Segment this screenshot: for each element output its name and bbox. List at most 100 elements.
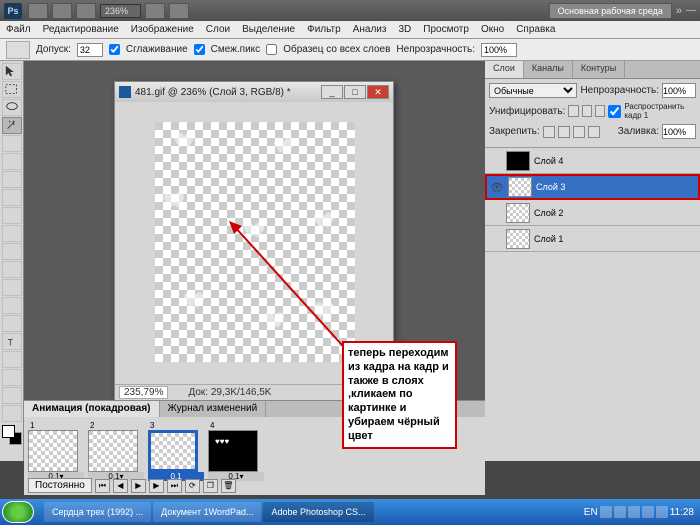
eyedropper-tool[interactable] [2,153,22,170]
mb-icon[interactable] [52,3,72,19]
layer-name[interactable]: Слой 1 [534,234,563,244]
menu-image[interactable]: Изображение [131,24,194,35]
blur-tool[interactable] [2,279,22,296]
animation-frame[interactable]: 30,1 [148,421,204,481]
lock-position-icon[interactable] [573,126,585,138]
clock[interactable]: 11:28 [670,507,694,518]
pen-tool[interactable] [2,315,22,332]
minimize-icon[interactable]: — [686,5,696,16]
layer-name[interactable]: Слой 2 [534,208,563,218]
document-canvas[interactable] [155,122,355,362]
heal-tool[interactable] [2,171,22,188]
history-brush-tool[interactable] [2,225,22,242]
fill-input[interactable] [662,124,696,139]
menu-edit[interactable]: Редактирование [43,24,119,35]
unify-visibility-icon[interactable] [582,105,592,117]
layer-name[interactable]: Слой 3 [536,182,565,192]
layer-thumbnail[interactable] [506,229,530,249]
menu-window[interactable]: Окно [481,24,504,35]
marquee-tool[interactable] [2,81,22,98]
layer-name[interactable]: Слой 4 [534,156,563,166]
last-frame-button[interactable]: ⏭ [167,479,182,493]
animation-frame[interactable]: 40,1▾ [208,421,264,481]
gradient-tool[interactable] [2,261,22,278]
blend-mode-select[interactable]: Обычные [489,83,577,98]
language-indicator[interactable]: EN [584,507,598,518]
visibility-toggle[interactable]: 👁 [490,181,504,194]
menu-view[interactable]: Просмотр [423,24,469,35]
tween-button[interactable]: ⟳ [185,479,200,493]
tab-animation[interactable]: Анимация (покадровая) [24,401,160,417]
menu-help[interactable]: Справка [516,24,555,35]
lock-all-icon[interactable] [588,126,600,138]
minimize-button[interactable]: _ [321,85,343,99]
document-titlebar[interactable]: 481.gif @ 236% (Слой 3, RGB/8) * _ □ ✕ [115,82,393,102]
menu-3d[interactable]: 3D [398,24,411,35]
crop-tool[interactable] [2,135,22,152]
unify-style-icon[interactable] [595,105,605,117]
stamp-tool[interactable] [2,207,22,224]
frame-thumbnail[interactable] [88,430,138,472]
menu-analysis[interactable]: Анализ [353,24,387,35]
layer-opacity-input[interactable] [662,83,696,98]
color-swatches[interactable] [2,425,22,445]
tolerance-input[interactable] [77,43,103,57]
layer-row[interactable]: Слой 2 [485,200,700,226]
layer-row[interactable]: 👁 Слой 3 [485,174,700,200]
lock-pixels-icon[interactable] [558,126,570,138]
all-layers-checkbox[interactable] [266,44,277,55]
zoom-level[interactable]: 236% [100,4,141,18]
propagate-checkbox[interactable] [608,105,621,118]
contiguous-checkbox[interactable] [194,44,205,55]
animation-frame[interactable]: 10,1▾ [28,421,84,481]
brush-tool[interactable] [2,189,22,206]
delete-frame-button[interactable]: 🗑 [221,479,236,493]
magic-wand-tool[interactable] [2,117,22,134]
arrange-icon[interactable] [169,3,189,19]
layer-thumbnail[interactable] [506,203,530,223]
hand-tool[interactable] [2,387,22,404]
tray-icon[interactable] [600,506,612,518]
hand-icon[interactable] [145,3,165,19]
frame-thumbnail[interactable] [148,430,198,472]
first-frame-button[interactable]: ⏮ [95,479,110,493]
lock-transparency-icon[interactable] [543,126,555,138]
tab-layers[interactable]: Слои [485,61,524,78]
menu-filter[interactable]: Фильтр [307,24,341,35]
dodge-tool[interactable] [2,297,22,314]
antialias-checkbox[interactable] [109,44,120,55]
current-tool-icon[interactable] [6,41,30,59]
screen-mode-icon[interactable] [76,3,96,19]
opacity-input[interactable] [481,43,517,57]
taskbar-task[interactable]: Adobe Photoshop CS... [263,502,373,522]
next-frame-button[interactable]: ▶ [149,479,164,493]
move-tool[interactable] [2,63,22,80]
layer-thumbnail[interactable] [506,151,530,171]
frame-thumbnail[interactable] [208,430,258,472]
shape-tool[interactable] [2,369,22,386]
path-select-tool[interactable] [2,351,22,368]
taskbar-task[interactable]: Сердца трех (1992) ... [44,502,151,522]
tab-paths[interactable]: Контуры [573,61,625,78]
workspace-chevron-icon[interactable]: » [676,5,682,17]
tab-channels[interactable]: Каналы [524,61,573,78]
menu-select[interactable]: Выделение [242,24,295,35]
menu-file[interactable]: Файл [6,24,31,35]
tab-history[interactable]: Журнал изменений [160,401,267,417]
unify-position-icon[interactable] [568,105,578,117]
taskbar-task[interactable]: Документ 1WordPad... [153,502,261,522]
type-tool[interactable]: T [2,333,22,350]
layer-thumbnail[interactable] [508,177,532,197]
layer-row[interactable]: Слой 4 [485,148,700,174]
menu-layers[interactable]: Слои [206,24,230,35]
tray-icon[interactable] [628,506,640,518]
prev-frame-button[interactable]: ◀ [113,479,128,493]
close-button[interactable]: ✕ [367,85,389,99]
eraser-tool[interactable] [2,243,22,260]
frame-thumbnail[interactable] [28,430,78,472]
maximize-button[interactable]: □ [344,85,366,99]
layer-row[interactable]: Слой 1 [485,226,700,252]
play-button[interactable]: ▶ [131,479,146,493]
animation-frame[interactable]: 20,1▾ [88,421,144,481]
launch-bridge-icon[interactable] [28,3,48,19]
